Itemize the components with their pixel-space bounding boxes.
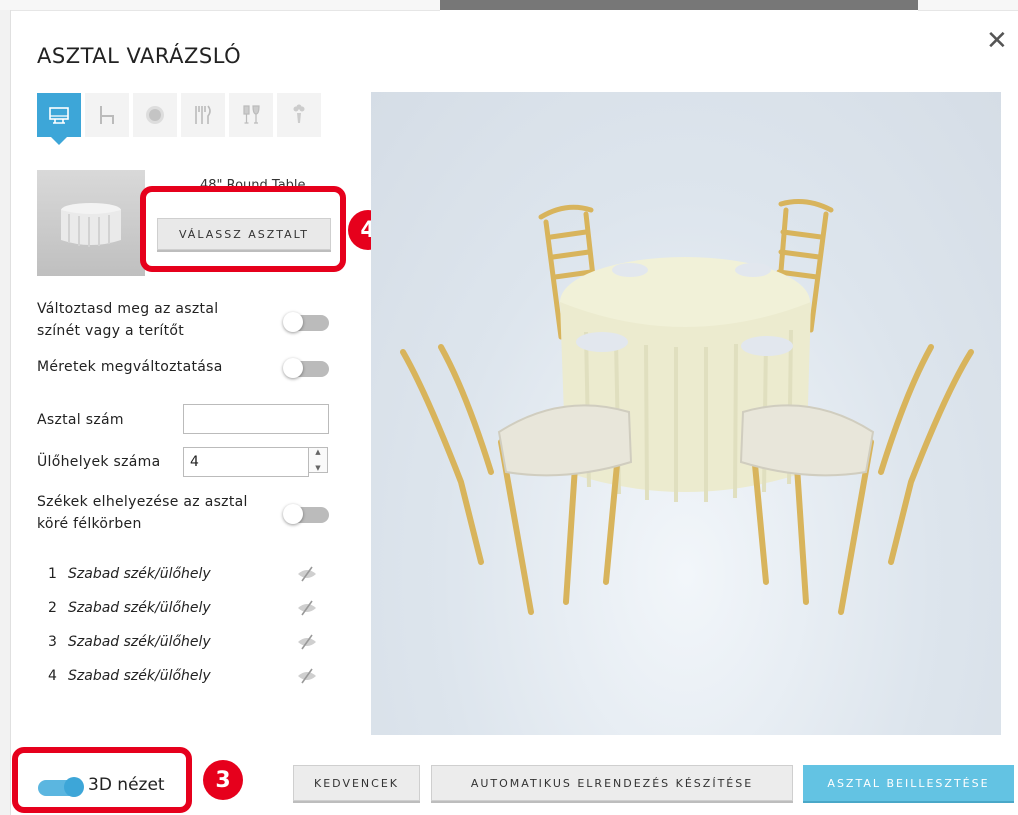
- list-item: 2 Szabad szék/ülőhely: [48, 600, 211, 616]
- cutlery-icon: [195, 105, 211, 124]
- visibility-off-icon[interactable]: [296, 566, 318, 582]
- table-icon: [49, 107, 69, 124]
- background-strip-left: [0, 0, 440, 11]
- wizard-tabs: [37, 93, 321, 145]
- visibility-off-icon[interactable]: [296, 600, 318, 616]
- stepper-up-icon[interactable]: ▲: [315, 448, 320, 456]
- half-circle-toggle-label: Székek elhelyezése az asztal köré félkör…: [37, 494, 248, 532]
- background-left-edge: [0, 10, 11, 815]
- tab-cutlery[interactable]: [181, 93, 225, 137]
- seats-count-label: Ülőhelyek száma: [37, 454, 161, 470]
- resize-toggle-label: Méretek megváltoztatása: [37, 359, 223, 375]
- half-circle-toggle[interactable]: [283, 504, 329, 524]
- visibility-off-icon[interactable]: [296, 668, 318, 684]
- insert-table-button[interactable]: ASZTAL BEILLESZTÉSE: [803, 765, 1014, 801]
- centerpiece-icon: [293, 104, 305, 123]
- chair-icon: [100, 106, 114, 124]
- table-thumbnail: [37, 170, 145, 276]
- tab-table[interactable]: [37, 93, 81, 145]
- seats-count-stepper[interactable]: ▲ ▼: [308, 447, 328, 473]
- list-item: 1 Szabad szék/ülőhely: [48, 566, 211, 582]
- list-item: 3 Szabad szék/ülőhely: [48, 634, 211, 650]
- annotation-box-choose-table: [140, 186, 346, 272]
- favorites-button[interactable]: KEDVENCEK: [293, 765, 420, 801]
- visibility-off-icon[interactable]: [296, 634, 318, 650]
- tab-chair[interactable]: [85, 93, 129, 137]
- glasses-icon: [243, 105, 260, 124]
- dialog-title: ASZTAL VARÁZSLÓ: [37, 44, 242, 68]
- table-number-label: Asztal szám: [37, 412, 124, 428]
- 3d-preview-viewport[interactable]: [371, 92, 1001, 735]
- color-toggle-label: Változtasd meg az asztal színét vagy a t…: [37, 301, 219, 339]
- table-3d-render: [400, 199, 974, 615]
- resize-toggle[interactable]: [283, 358, 329, 378]
- seats-count-input[interactable]: [183, 447, 309, 477]
- list-item: 4 Szabad szék/ülőhely: [48, 668, 211, 684]
- annotation-box-3d-view: [12, 747, 192, 813]
- table-number-input[interactable]: [183, 404, 329, 434]
- background-strip-dark: [440, 0, 918, 10]
- stepper-down-icon[interactable]: ▼: [315, 464, 320, 472]
- annotation-badge-3: 3: [203, 760, 243, 800]
- close-icon[interactable]: ✕: [986, 28, 1008, 54]
- plate-icon: [146, 106, 164, 124]
- tab-glasses[interactable]: [229, 93, 273, 137]
- auto-layout-button[interactable]: AUTOMATIKUS ELRENDEZÉS KÉSZÍTÉSE: [431, 765, 793, 801]
- background-strip-right: [918, 0, 1018, 11]
- tab-centerpiece[interactable]: [277, 93, 321, 137]
- tab-plate[interactable]: [133, 93, 177, 137]
- color-toggle[interactable]: [283, 312, 329, 332]
